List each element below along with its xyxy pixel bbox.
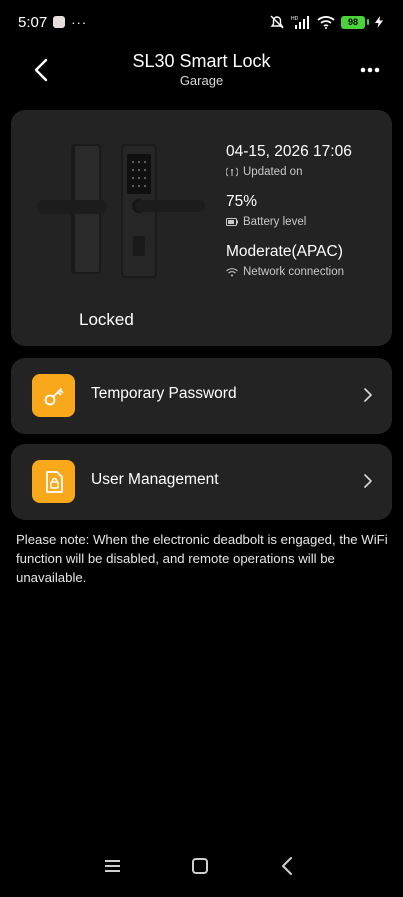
signal-broadcast-icon — [226, 167, 238, 177]
lock-state: Locked — [79, 310, 134, 329]
battery-label-row: Battery level — [226, 214, 306, 230]
device-status-card: Locked 04-15, 2026 17:06 Updated on 75% — [11, 110, 392, 346]
battery-info: 75% Battery level — [226, 192, 306, 230]
status-bar: 5:07 ··· HD 98 — [0, 0, 403, 44]
home-nav-icon[interactable] — [192, 858, 208, 874]
network-label-row: Network connection — [226, 264, 344, 280]
screen: 5:07 ··· HD 98 SL30 Smart Lock Garage Lo… — [0, 0, 403, 897]
network-label: Network connection — [243, 266, 344, 278]
user-management-item[interactable]: User Management — [11, 444, 392, 520]
battery-icon — [226, 218, 238, 226]
charging-icon — [375, 16, 383, 28]
updated-label: Updated on — [243, 166, 303, 178]
more-options-button[interactable] — [355, 56, 385, 84]
page-title: SL30 Smart Lock — [132, 51, 271, 71]
battery-label: Battery level — [243, 216, 307, 228]
title-wrap: SL30 Smart Lock Garage — [0, 50, 403, 90]
svg-text:HD: HD — [291, 16, 299, 22]
silent-alarm-icon — [270, 15, 284, 29]
chevron-right-icon — [364, 474, 372, 488]
user-doc-lock-icon — [32, 460, 75, 503]
battery-level: 98 — [341, 15, 365, 29]
smart-lock-image — [37, 144, 205, 278]
user-management-label: User Management — [91, 471, 219, 488]
app-notification-icon — [53, 16, 66, 28]
wifi-small-icon — [226, 267, 238, 276]
signal-icon: HD — [291, 16, 309, 29]
key-icon — [32, 374, 75, 417]
temporary-password-item[interactable]: Temporary Password — [11, 358, 392, 434]
menu-nav-icon[interactable] — [104, 859, 121, 873]
status-time: 5:07 — [18, 13, 48, 31]
deadbolt-note: Please note: When the electronic deadbol… — [16, 532, 388, 585]
more-dots-icon — [360, 67, 380, 73]
status-left: 5:07 ··· — [18, 14, 87, 31]
wifi-icon — [317, 16, 335, 29]
battery-indicator: 98 — [341, 15, 369, 29]
battery-value: 75% — [226, 193, 258, 210]
status-right: HD 98 — [269, 14, 383, 30]
temporary-password-label: Temporary Password — [91, 385, 237, 402]
system-nav-bar — [0, 845, 403, 897]
updated-info: 04-15, 2026 17:06 Updated on — [226, 142, 352, 180]
updated-label-row: Updated on — [226, 164, 352, 180]
updated-value: 04-15, 2026 17:06 — [226, 143, 352, 160]
more-notifications-icon: ··· — [71, 14, 88, 30]
header: SL30 Smart Lock Garage — [0, 44, 403, 96]
chevron-right-icon — [364, 388, 372, 402]
network-value: Moderate(APAC) — [226, 243, 343, 260]
page-subtitle: Garage — [179, 73, 224, 88]
network-info: Moderate(APAC) Network connection — [226, 242, 344, 280]
battery-tip — [367, 19, 369, 25]
back-nav-icon[interactable] — [281, 857, 293, 875]
